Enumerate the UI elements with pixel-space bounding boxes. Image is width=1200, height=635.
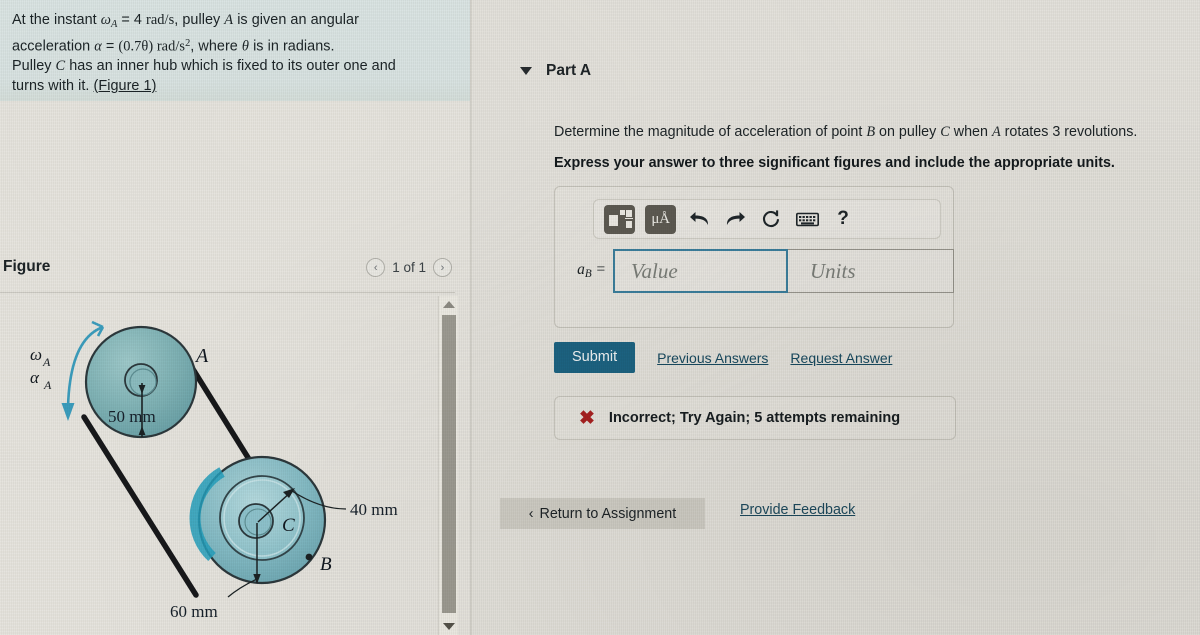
problem-text-frag: is given an angular	[233, 12, 359, 28]
problem-text-frag: At the instant	[12, 12, 101, 28]
question-frag: Determine the magnitude of acceleration …	[554, 124, 867, 140]
theta-symbol: θ	[241, 38, 250, 55]
pulley-c-symbol: C	[55, 58, 66, 75]
figure-prev-button[interactable]: ‹	[366, 258, 386, 277]
provide-feedback-link[interactable]: Provide Feedback	[740, 502, 855, 518]
question-text: Determine the magnitude of acceleration …	[554, 122, 1194, 142]
dim-50mm-label: 50 mm	[108, 407, 156, 426]
undo-icon[interactable]	[686, 206, 712, 232]
reset-icon[interactable]	[758, 206, 784, 232]
pulley-a-symbol: A	[224, 12, 234, 28]
omega-a-label: ω	[30, 345, 42, 364]
omega-symbol: ω	[100, 12, 111, 28]
alpha-symbol: α	[94, 38, 102, 55]
question-hint: Express your answer to three significant…	[554, 155, 1115, 171]
return-button-label: Return to Assignment	[539, 505, 677, 522]
redo-glyph	[726, 211, 745, 225]
undo-glyph	[689, 211, 708, 225]
problem-text-frag: , where	[190, 38, 242, 55]
scrollbar-thumb[interactable]	[442, 315, 456, 613]
question-frag: on pulley	[875, 124, 941, 140]
alpha-expression: (0.7θ) rad/s	[118, 38, 186, 55]
answer-entry-box: μÅ ? aB = Value Units	[554, 186, 954, 328]
alpha-a-sub: A	[43, 378, 52, 392]
feedback-banner: ✖ Incorrect; Try Again; 5 attempts remai…	[554, 396, 956, 440]
problem-statement: At the instant ωA = 4 rad/s, pulley A is…	[0, 0, 470, 101]
value-input[interactable]: Value	[613, 249, 788, 293]
units-placeholder: Units	[810, 258, 856, 283]
dim-60mm-label: 60 mm	[170, 602, 218, 621]
figure-divider	[0, 292, 455, 293]
point-b-dot	[305, 553, 313, 561]
question-point-b: B	[866, 124, 876, 140]
problem-text: At the instant ωA = 4 rad/s, pulley A is…	[12, 11, 456, 96]
figure-canvas: 50 mm A ω A α A 40 mm 60 mm B C	[0, 295, 436, 635]
figure-header: Figure ‹ 1 of 1 ›	[0, 252, 470, 290]
math-toolbar: μÅ ?	[593, 199, 941, 239]
omega-a-sub: A	[42, 355, 51, 369]
point-b-label: B	[320, 554, 332, 575]
submit-row: Submit Previous Answers Request Answer	[554, 342, 892, 373]
dim-40mm-label: 40 mm	[350, 500, 398, 519]
rad-per-s-units: rad/s	[146, 12, 175, 28]
question-pulley-a: A	[991, 124, 1001, 140]
problem-text-frag: is in radians.	[249, 38, 335, 55]
math-template-icon[interactable]	[604, 204, 635, 234]
help-button[interactable]: ?	[830, 206, 856, 232]
figure-1-link[interactable]: (Figure 1)	[94, 78, 157, 94]
template-glyph	[608, 209, 633, 229]
help-icon: ?	[837, 208, 849, 229]
problem-text-frag: has an inner hub which is fixed to its o…	[65, 58, 396, 75]
figure-pager: ‹ 1 of 1 ›	[366, 258, 452, 277]
request-answer-link[interactable]: Request Answer	[790, 350, 892, 366]
figure-title: Figure	[3, 258, 51, 275]
problem-text-frag: turns with it.	[12, 77, 94, 94]
units-button[interactable]: μÅ	[645, 204, 676, 234]
reset-glyph	[762, 210, 780, 228]
pulley-a-label: A	[194, 345, 209, 367]
feedback-message: Incorrect; Try Again; 5 attempts remaini…	[608, 410, 901, 426]
error-x-icon: ✖	[579, 407, 595, 429]
pulley-diagram: 50 mm A ω A α A 40 mm 60 mm B C	[30, 320, 398, 621]
part-a-header[interactable]: Part A	[520, 62, 591, 80]
pulley-c-label: C	[282, 515, 295, 536]
submit-button[interactable]: Submit	[554, 342, 636, 373]
question-frag: when	[949, 124, 992, 140]
chevron-left-icon: ‹	[528, 505, 534, 522]
units-button-label: μÅ	[651, 210, 670, 227]
scroll-up-arrow-icon[interactable]	[443, 301, 455, 308]
problem-text-frag: acceleration	[12, 38, 95, 55]
right-panel: Part A Determine the magnitude of accele…	[472, 0, 1200, 635]
problem-text-frag: Pulley	[12, 58, 56, 75]
alpha-a-label: α	[30, 368, 40, 387]
units-input[interactable]: Units	[788, 249, 954, 293]
answer-var-sub: B	[584, 268, 592, 281]
problem-text-frag: , pulley	[174, 12, 225, 28]
screenshot-root: At the instant ωA = 4 rad/s, pulley A is…	[0, 0, 1200, 635]
figure-counter: 1 of 1	[392, 260, 426, 275]
return-to-assignment-button[interactable]: ‹ Return to Assignment	[500, 498, 705, 529]
chevron-down-icon[interactable]	[520, 67, 532, 75]
answer-equals: =	[591, 261, 606, 279]
question-frag: rotates 3 revolutions.	[1000, 124, 1138, 140]
problem-text-frag: = 4	[117, 12, 147, 28]
scroll-down-arrow-icon[interactable]	[443, 623, 455, 630]
value-placeholder: Value	[631, 258, 678, 283]
figure-scrollbar[interactable]	[438, 296, 458, 635]
answer-var: a	[577, 261, 585, 279]
answer-variable-label: aB =	[565, 261, 613, 280]
problem-text-frag: =	[101, 38, 119, 55]
figure-next-button[interactable]: ›	[433, 258, 452, 277]
keyboard-icon[interactable]	[794, 206, 820, 232]
answer-row: aB = Value Units	[565, 249, 954, 293]
left-panel: At the instant ωA = 4 rad/s, pulley A is…	[0, 0, 470, 635]
redo-icon[interactable]	[722, 206, 748, 232]
question-pulley-c: C	[940, 124, 950, 140]
keyboard-glyph	[795, 212, 819, 226]
part-a-title: Part A	[546, 62, 592, 79]
previous-answers-link[interactable]: Previous Answers	[657, 350, 768, 366]
